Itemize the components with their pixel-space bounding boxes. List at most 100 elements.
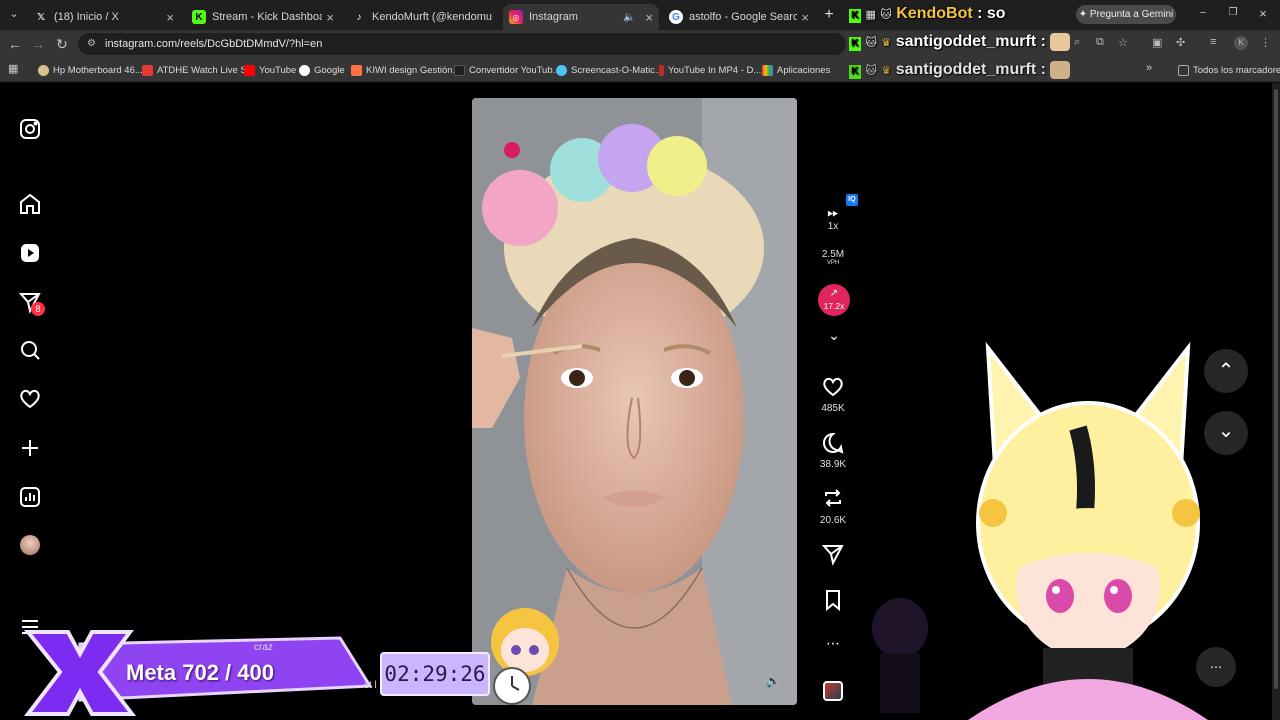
close-icon[interactable]: × bbox=[645, 10, 653, 25]
url-text: instagram.com/reels/DcGbDtDMmdV/?hl=en bbox=[105, 38, 323, 50]
more-options-icon[interactable]: ⋯ bbox=[821, 635, 845, 651]
chevron-down-icon[interactable]: ⌄ bbox=[824, 327, 844, 343]
reels-icon[interactable] bbox=[18, 241, 42, 265]
dashboard-icon[interactable] bbox=[18, 485, 42, 509]
extensions-puzzle-icon[interactable]: ✣ bbox=[1176, 36, 1185, 49]
emote-icon bbox=[1050, 61, 1071, 79]
search-icon[interactable] bbox=[18, 338, 42, 362]
bookmark-icon bbox=[38, 64, 49, 76]
like-heart-icon[interactable] bbox=[821, 375, 845, 399]
partial-overlay-text: st l bbox=[364, 680, 377, 691]
youtube-icon bbox=[244, 64, 255, 76]
bookmark-item[interactable]: Hp Motherboard 46... bbox=[38, 62, 143, 78]
profile-avatar[interactable] bbox=[20, 535, 40, 555]
repost-icon[interactable] bbox=[821, 486, 845, 510]
tab-tiktok[interactable]: ♪ KendoMurft (@kendomurft) | T bbox=[346, 4, 498, 30]
bookmark-icon[interactable] bbox=[821, 588, 845, 612]
apps-grid-icon[interactable]: ▦ bbox=[8, 62, 18, 75]
close-icon[interactable]: × bbox=[326, 10, 334, 25]
chat-message: K 🐱 ♛ santigoddet_murft : bbox=[849, 33, 1071, 52]
chat-badge-icon: 🐱 bbox=[880, 9, 892, 21]
bookmark-item[interactable]: KIWI design Gestión... bbox=[351, 62, 461, 78]
chat-badge-icon: 🐱 bbox=[865, 37, 877, 50]
chat-message: K 🐱 ♛ santigoddet_murft : bbox=[849, 61, 1071, 80]
x-logo-icon: 𝕏 bbox=[36, 11, 46, 23]
crown-badge-icon: ♛ bbox=[881, 37, 892, 50]
mascot-clock-icon bbox=[491, 608, 559, 705]
tab-search-button[interactable]: ⌄ bbox=[6, 7, 22, 23]
home-icon[interactable] bbox=[18, 192, 42, 216]
bookmark-icon bbox=[351, 64, 362, 76]
bookmark-item[interactable]: Screencast-O-Matic... bbox=[556, 62, 663, 78]
speed-label: 1x bbox=[827, 221, 839, 232]
tab-google[interactable]: G astolfo - Google Search × bbox=[663, 4, 815, 30]
trend-up-icon: ↗ bbox=[829, 288, 839, 299]
speaker-icon[interactable]: 🔈 bbox=[623, 12, 635, 23]
notification-badge: 8 bbox=[31, 302, 45, 316]
kick-badge-icon: K bbox=[849, 9, 861, 23]
bookmark-label: Google bbox=[314, 64, 345, 76]
bookmark-star-icon[interactable]: ☆ bbox=[1118, 36, 1128, 49]
menu-icon[interactable]: ⋮ bbox=[1260, 36, 1271, 49]
bookmark-icon bbox=[659, 64, 664, 76]
stream-timer: 02:29:26 bbox=[380, 652, 490, 696]
secondary-avatar bbox=[872, 598, 928, 713]
folder-icon bbox=[1178, 64, 1189, 76]
all-bookmarks-folder[interactable]: Todos los marcadores bbox=[1178, 62, 1280, 78]
page-scrollbar[interactable] bbox=[1272, 83, 1280, 720]
vph-value: 2.5M bbox=[821, 249, 845, 260]
vph-stat: 2.5M VPH bbox=[803, 249, 863, 269]
profile-avatar[interactable]: K bbox=[1234, 36, 1248, 50]
bookmark-item[interactable]: Convertidor YouTub... bbox=[454, 62, 561, 78]
bookmark-item[interactable]: ATDHE Watch Live S... bbox=[142, 62, 255, 78]
close-icon[interactable]: × bbox=[166, 10, 174, 25]
back-button[interactable]: ← bbox=[5, 35, 25, 53]
audio-thumbnail[interactable] bbox=[823, 681, 843, 701]
mute-button[interactable]: 🔈 bbox=[762, 670, 784, 692]
tab-label: Stream - Kick Dashboard bbox=[212, 11, 323, 23]
create-plus-icon[interactable] bbox=[18, 436, 42, 460]
bookmark-item[interactable]: Google bbox=[299, 62, 345, 78]
partial-name-text: craz bbox=[254, 642, 273, 653]
messages-nav[interactable]: 8 bbox=[18, 290, 46, 318]
tab-x[interactable]: 𝕏 (18) Inicio / X × bbox=[28, 4, 180, 30]
fast-forward-icon: ⏩︎ bbox=[827, 204, 839, 220]
share-send-icon[interactable] bbox=[821, 542, 845, 566]
crown-badge-icon: ♛ bbox=[881, 65, 892, 78]
close-icon[interactable]: × bbox=[801, 10, 809, 25]
bookmark-icon bbox=[142, 64, 153, 76]
media-icon[interactable]: ≡ bbox=[1210, 36, 1216, 48]
chat-badge-icon: 🐱 bbox=[865, 65, 877, 78]
close-window-button[interactable]: × bbox=[1256, 6, 1270, 21]
restore-button[interactable]: ❐ bbox=[1226, 7, 1240, 21]
kick-badge-icon: K bbox=[849, 37, 861, 52]
bookmark-label: Screencast-O-Matic... bbox=[571, 64, 663, 76]
speed-control[interactable]: ⏩︎ 1x bbox=[803, 205, 863, 235]
heart-icon[interactable] bbox=[18, 387, 42, 411]
instagram-logo-icon[interactable] bbox=[18, 117, 42, 141]
minimize-button[interactable]: − bbox=[1196, 7, 1210, 21]
instagram-logo-icon: ◎ bbox=[509, 10, 523, 24]
extension-icon[interactable]: ▣ bbox=[1152, 36, 1162, 49]
trend-badge[interactable]: ↗ 17.2x bbox=[818, 284, 850, 316]
tab-kick[interactable]: K Stream - Kick Dashboard × bbox=[186, 4, 340, 30]
emote-icon bbox=[1050, 33, 1071, 51]
bookmark-label: Convertidor YouTub... bbox=[469, 64, 561, 76]
address-bar[interactable]: ⚙ instagram.com/reels/DcGbDtDMmdV/?hl=en bbox=[78, 33, 846, 55]
comment-icon[interactable] bbox=[821, 431, 845, 455]
comments-count: 38.9K bbox=[819, 459, 847, 470]
tab-instagram[interactable]: ◎ Instagram 🔈 × bbox=[503, 4, 659, 30]
goal-text: Meta 702 / 400 bbox=[126, 660, 274, 685]
reload-button[interactable]: ↻ bbox=[52, 35, 72, 53]
chat-username: santigoddet_murft bbox=[895, 61, 1037, 79]
site-info-icon[interactable]: ⚙ bbox=[87, 33, 96, 55]
more-bookmarks-icon[interactable]: » bbox=[1146, 62, 1152, 74]
kick-badge-icon: K bbox=[849, 65, 861, 80]
bookmark-item[interactable]: YouTube bbox=[244, 62, 296, 78]
forward-button[interactable]: → bbox=[28, 35, 48, 53]
bookmark-item[interactable]: Aplicaciones bbox=[762, 62, 830, 78]
scrollbar-thumb[interactable] bbox=[1274, 89, 1278, 689]
new-tab-button[interactable]: + bbox=[820, 6, 838, 24]
bookmark-item[interactable]: YouTube In MP4 - D... bbox=[659, 62, 761, 78]
bookmark-label: Hp Motherboard 46... bbox=[53, 64, 143, 76]
